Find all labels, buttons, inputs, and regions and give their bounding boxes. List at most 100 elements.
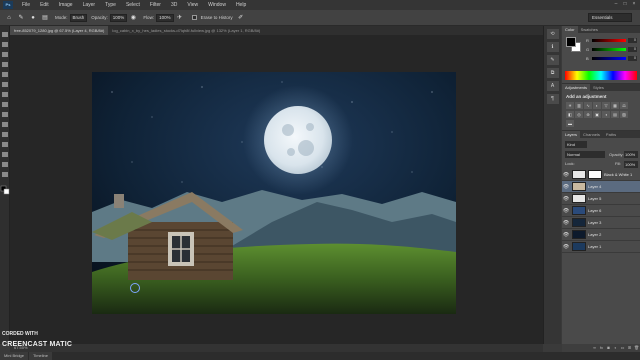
invert-icon[interactable]: ◑ [602, 111, 610, 118]
layer-name[interactable]: Layer 4 [588, 184, 601, 189]
pressure-size-icon[interactable]: ✐ [235, 13, 247, 23]
home-icon[interactable]: ⌂ [3, 13, 15, 23]
new-adjustment-icon[interactable]: ◐ [612, 344, 619, 352]
add-mask-icon[interactable]: ◙ [605, 344, 612, 352]
tab-document-2[interactable]: log_cabin_x_by_hes_ladies_stocks-d7lqh8f… [108, 26, 264, 35]
layer-filter-select[interactable]: Kind [565, 141, 587, 148]
layer-name[interactable]: Black & White 1 [604, 172, 632, 177]
layer-row[interactable]: 👁 Layer 6 [562, 205, 640, 217]
foreground-color-swatch[interactable] [566, 37, 576, 47]
layer-thumbnail[interactable] [572, 218, 586, 227]
new-layer-icon[interactable]: ⊞ [626, 344, 633, 352]
brush-tool-icon[interactable]: ✎ [15, 13, 27, 23]
tab-timeline[interactable]: Timeline [29, 352, 52, 360]
opacity-field[interactable]: 100% [109, 13, 128, 22]
visibility-eye-icon[interactable]: 👁 [562, 244, 570, 250]
visibility-eye-icon[interactable]: 👁 [562, 232, 570, 238]
layer-row[interactable]: 👁 Black & White 1 [562, 169, 640, 181]
brush-preset-icon[interactable]: ● [27, 13, 39, 23]
properties-panel-icon[interactable]: ℹ [546, 42, 559, 52]
vibrance-icon[interactable]: ▽ [602, 102, 610, 109]
hue-saturation-icon[interactable]: ▦ [611, 102, 619, 109]
blue-value[interactable]: 0 [628, 55, 637, 61]
airbrush-icon[interactable]: ✈ [174, 13, 186, 23]
tab-adjustments[interactable]: Adjustments [562, 84, 591, 91]
color-spectrum[interactable] [565, 71, 637, 80]
delete-layer-icon[interactable]: 🗑 [633, 344, 640, 352]
menu-type[interactable]: Type [100, 2, 121, 8]
link-layers-icon[interactable]: ∞ [591, 344, 598, 352]
brightness-contrast-icon[interactable]: ☀ [566, 102, 574, 109]
red-slider[interactable] [592, 38, 626, 42]
visibility-eye-icon[interactable]: 👁 [562, 208, 570, 214]
menu-file[interactable]: File [17, 2, 35, 8]
layer-thumbnail[interactable] [572, 170, 586, 179]
red-slider-row[interactable]: R 0 [586, 37, 638, 43]
gradient-map-icon[interactable]: ▬ [566, 120, 574, 127]
photo-filter-icon[interactable]: ◎ [575, 111, 583, 118]
curves-icon[interactable]: ∿ [584, 102, 592, 109]
clone-source-icon[interactable]: ⧉ [546, 68, 559, 78]
posterize-icon[interactable]: ▤ [611, 111, 619, 118]
menu-filter[interactable]: Filter [145, 2, 166, 8]
tab-channels[interactable]: Channels [580, 131, 603, 138]
green-slider-row[interactable]: G 0 [586, 46, 638, 52]
tab-mini-bridge[interactable]: Mini Bridge [0, 352, 29, 360]
new-group-icon[interactable]: ▭ [619, 344, 626, 352]
layer-style-icon[interactable]: fx [598, 344, 605, 352]
tab-color[interactable]: Color [562, 26, 578, 33]
menu-edit[interactable]: Edit [35, 2, 54, 8]
tab-paths[interactable]: Paths [603, 131, 619, 138]
green-slider[interactable] [592, 47, 626, 51]
threshold-icon[interactable]: ▨ [620, 111, 628, 118]
visibility-eye-icon[interactable]: 👁 [562, 172, 570, 178]
black-white-icon[interactable]: ◧ [566, 111, 574, 118]
menu-3d[interactable]: 3D [166, 2, 182, 8]
levels-icon[interactable]: ▥ [575, 102, 583, 109]
menu-view[interactable]: View [182, 2, 203, 8]
layer-name[interactable]: Layer 5 [588, 196, 601, 201]
menu-layer[interactable]: Layer [78, 2, 101, 8]
menu-window[interactable]: Window [203, 2, 231, 8]
menu-image[interactable]: Image [54, 2, 78, 8]
layer-thumbnail[interactable] [572, 182, 586, 191]
paragraph-panel-icon[interactable]: ¶ [546, 94, 559, 104]
menu-help[interactable]: Help [231, 2, 251, 8]
tools-icons[interactable] [0, 26, 10, 344]
visibility-eye-icon[interactable]: 👁 [562, 196, 570, 202]
layer-row[interactable]: 👁 Layer 5 [562, 193, 640, 205]
layer-thumbnail[interactable] [572, 194, 586, 203]
workspace-select[interactable]: Essentials [588, 13, 632, 22]
character-panel-icon[interactable]: A [546, 81, 559, 91]
layer-row[interactable]: 👁 Layer 3 [562, 217, 640, 229]
blend-mode-select[interactable]: Normal [565, 151, 605, 158]
red-value[interactable]: 0 [628, 37, 637, 43]
layer-thumbnail[interactable] [572, 230, 586, 239]
green-value[interactable]: 0 [628, 46, 637, 52]
close-icon[interactable]: × [630, 1, 638, 8]
layer-name[interactable]: Layer 1 [588, 244, 601, 249]
layer-name[interactable]: Layer 2 [588, 232, 601, 237]
exposure-icon[interactable]: ◐ [593, 102, 601, 109]
blue-slider[interactable] [592, 56, 626, 60]
layer-row[interactable]: 👁 Layer 4 [562, 181, 640, 193]
layer-name[interactable]: Layer 3 [588, 220, 601, 225]
layer-opacity-field[interactable]: 100% [624, 151, 638, 158]
document-canvas[interactable] [92, 72, 456, 314]
menu-select[interactable]: Select [121, 2, 145, 8]
visibility-eye-icon[interactable]: 👁 [562, 220, 570, 226]
tab-swatches[interactable]: Swatches [578, 26, 601, 33]
layer-name[interactable]: Layer 6 [588, 208, 601, 213]
layer-thumbnail[interactable] [572, 242, 586, 251]
color-lookup-icon[interactable]: ▣ [593, 111, 601, 118]
layer-row[interactable]: 👁 Layer 1 [562, 241, 640, 253]
tab-styles[interactable]: Styles [590, 84, 607, 91]
flow-field[interactable]: 100% [156, 13, 174, 22]
fill-field[interactable]: 100% [624, 161, 638, 168]
minimize-icon[interactable]: – [612, 1, 620, 8]
mode-select[interactable]: Brush [69, 13, 88, 22]
channel-mixer-icon[interactable]: ⊕ [584, 111, 592, 118]
maximize-icon[interactable]: □ [621, 1, 629, 8]
erase-to-history-checkbox[interactable] [191, 15, 197, 20]
blue-slider-row[interactable]: B 0 [586, 55, 638, 61]
